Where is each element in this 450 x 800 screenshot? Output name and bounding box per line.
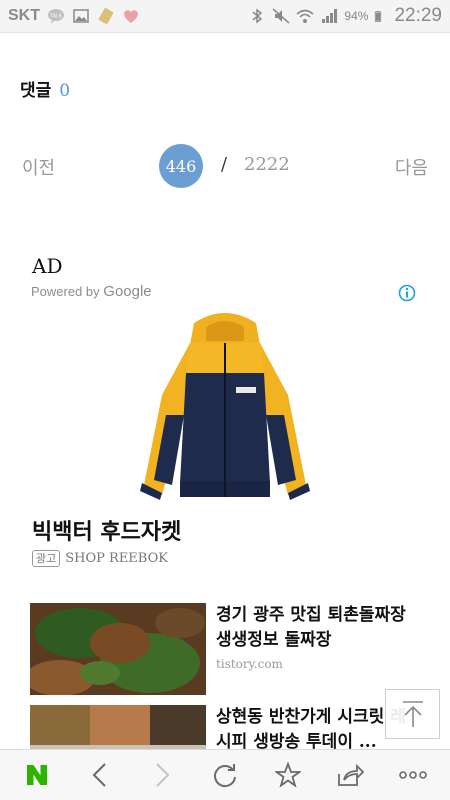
next-button[interactable]: 다음: [395, 154, 428, 180]
back-button[interactable]: [78, 753, 122, 797]
talk-icon: TALK: [48, 9, 64, 24]
mute-icon: [272, 8, 290, 24]
battery-percent: 94%: [344, 9, 369, 23]
star-icon: [274, 762, 301, 788]
heart-icon: [124, 10, 138, 23]
share-button[interactable]: [328, 753, 372, 797]
chevron-left-icon: [92, 763, 106, 787]
share-icon: [338, 763, 365, 786]
status-bar: SKT TALK 94% 22:29: [0, 0, 450, 33]
ad-source[interactable]: 광고 SHOP REEBOK: [32, 550, 168, 567]
food-thumbnail: [30, 603, 206, 695]
prev-button[interactable]: 이전: [22, 154, 55, 180]
battery-icon: [375, 11, 382, 22]
clock: 22:29: [394, 5, 442, 26]
note-icon: [98, 7, 114, 25]
more-dots-icon: [398, 771, 427, 779]
more-button[interactable]: [391, 753, 435, 797]
comments-count: 0: [59, 81, 71, 101]
related-post[interactable]: 경기 광주 맛집 퇴촌돌짜장 생생정보 돌짜장 tistory.com: [30, 603, 420, 695]
wifi-icon: [296, 9, 314, 23]
page-separator: /: [221, 154, 228, 175]
forward-button[interactable]: [140, 753, 184, 797]
related-post-title: 경기 광주 맛집 퇴촌돌짜장 생생정보 돌짜장: [216, 605, 406, 650]
comments-label: 댓글: [20, 81, 52, 101]
info-icon[interactable]: [398, 284, 416, 302]
refresh-icon: [214, 764, 236, 788]
svg-text:TALK: TALK: [50, 14, 63, 20]
comments-header[interactable]: 댓글 0: [20, 76, 70, 101]
browser-toolbar: [0, 749, 450, 800]
google-brand: Google: [103, 283, 152, 300]
total-pages: 2222: [244, 154, 290, 175]
chevron-right-icon: [156, 763, 170, 787]
signal-icon: [322, 9, 338, 23]
carrier-label: SKT: [8, 7, 40, 24]
favorite-button[interactable]: [266, 753, 310, 797]
powered-by-text: Powered by: [31, 284, 100, 299]
ad-source-name: SHOP REEBOK: [65, 551, 168, 566]
related-post-source: tistory.com: [216, 657, 283, 671]
refresh-button[interactable]: [203, 753, 247, 797]
ad-badge: 광고: [32, 550, 61, 567]
ad-label: AD: [32, 254, 63, 278]
ad-attribution: Powered by Google: [31, 283, 152, 300]
naver-logo-icon: [27, 765, 48, 785]
naver-home-button[interactable]: [15, 753, 59, 797]
pagination: 이전 446 / 2222 다음: [0, 142, 450, 188]
jacket-image[interactable]: [132, 305, 318, 503]
gallery-icon: [73, 9, 89, 23]
scroll-top-button[interactable]: [385, 689, 440, 739]
arrow-up-icon: [402, 701, 423, 727]
current-page: 446: [159, 144, 203, 188]
ad-title[interactable]: 빅백터 후드자켓: [32, 514, 181, 546]
bluetooth-icon: [252, 8, 263, 24]
